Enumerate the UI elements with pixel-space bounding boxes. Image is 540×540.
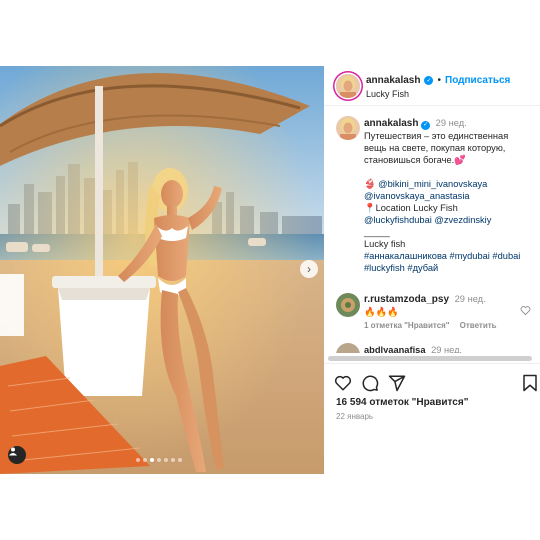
verified-badge-icon: ✓ <box>424 76 434 85</box>
user-tag-icon <box>9 447 17 456</box>
post-photo[interactable]: › <box>0 66 324 474</box>
next-slide-button[interactable]: › <box>300 260 318 278</box>
caption-author-avatar-image <box>336 116 360 140</box>
follow-button[interactable]: Подписаться <box>445 75 510 86</box>
caption-author-avatar[interactable] <box>336 116 360 140</box>
likes-count[interactable]: 16 594 отметок "Нравится" <box>336 397 468 408</box>
hashtag-link[interactable]: #аннакалашникова #mydubai #dubai <box>364 250 534 262</box>
action-icons <box>334 374 406 392</box>
commenter-avatar-image <box>336 293 360 317</box>
post-actions: 16 594 отметок "Нравится" 22 январь <box>324 363 540 474</box>
verified-badge-icon: ✓ <box>421 120 431 130</box>
location-line: 📍Location Lucky Fish <box>364 203 458 213</box>
commenter-avatar[interactable] <box>336 343 360 353</box>
comment-item: r.rustamzoda_psy 29 нед. 🔥🔥🔥 <box>364 293 486 318</box>
caption-line: становишься богаче.💕 <box>364 155 466 165</box>
comment-icon[interactable] <box>361 374 379 392</box>
heart-icon[interactable] <box>520 305 531 316</box>
carousel-dots <box>136 458 182 462</box>
carousel-dot <box>157 458 161 462</box>
post-side-panel: annakalash ✓ • Подписаться Lucky Fish an… <box>324 66 540 474</box>
carousel-dot <box>178 458 182 462</box>
author-avatar[interactable] <box>336 74 360 98</box>
bookmark-icon[interactable] <box>522 374 538 392</box>
comment-time[interactable]: 29 нед. <box>431 345 462 353</box>
comments-list[interactable]: annakalash ✓ 29 нед. Путешествия – это е… <box>324 107 540 353</box>
author-username[interactable]: annakalash <box>366 75 420 86</box>
chevron-right-icon: › <box>307 262 311 276</box>
caption-time[interactable]: 29 нед. <box>436 118 467 128</box>
post-modal: › annakalash ✓ • Подписаться Lucky Fish … <box>0 66 540 474</box>
comment-time[interactable]: 29 нед. <box>455 294 486 304</box>
comment-item: abdlyaanafisa 29 нед. <box>364 345 462 353</box>
comment-actions: 1 отметка "Нравится" Ответить <box>364 321 497 330</box>
reply-button[interactable]: Ответить <box>460 321 497 330</box>
mention-link[interactable]: 👙 @bikini_mini_ivanovskaya <box>364 178 534 190</box>
comment-username[interactable]: abdlyaanafisa <box>364 345 426 353</box>
user-tags-button[interactable] <box>8 446 26 464</box>
heart-icon[interactable] <box>334 374 352 392</box>
share-icon[interactable] <box>388 374 406 392</box>
beach-photo-image <box>0 66 324 474</box>
horizontal-scrollbar[interactable] <box>328 356 532 361</box>
post-caption: annakalash ✓ 29 нед. Путешествия – это е… <box>364 117 534 274</box>
carousel-dot <box>143 458 147 462</box>
author-line: annakalash ✓ • Подписаться <box>366 75 510 86</box>
caption-line: Путешествия – это единственная <box>364 131 509 141</box>
post-location[interactable]: Lucky Fish <box>366 89 409 99</box>
place-name: Lucky fish <box>364 239 406 249</box>
post-header: annakalash ✓ • Подписаться Lucky Fish <box>324 66 540 106</box>
separator-dot: • <box>437 75 441 86</box>
caption-divider: _____ <box>364 227 390 237</box>
carousel-dot <box>150 458 154 462</box>
comment-likes-count[interactable]: 1 отметка "Нравится" <box>364 321 450 330</box>
hashtag-link[interactable]: #luckyfish #дубай <box>364 262 534 274</box>
comment-text: 🔥🔥🔥 <box>364 307 399 317</box>
mention-link[interactable]: @luckyfishdubai @zvezdinskiy <box>364 214 534 226</box>
post-date[interactable]: 22 январь <box>336 412 373 421</box>
commenter-avatar[interactable] <box>336 293 360 317</box>
carousel-dot <box>171 458 175 462</box>
mention-link[interactable]: @ivanovskaya_anastasia <box>364 190 534 202</box>
caption-line: вещь на свете, покупая которую, <box>364 143 506 153</box>
carousel-dot <box>164 458 168 462</box>
comment-username[interactable]: r.rustamzoda_psy <box>364 294 449 305</box>
caption-username[interactable]: annakalash <box>364 118 418 129</box>
carousel-dot <box>136 458 140 462</box>
author-avatar-image <box>336 74 360 98</box>
